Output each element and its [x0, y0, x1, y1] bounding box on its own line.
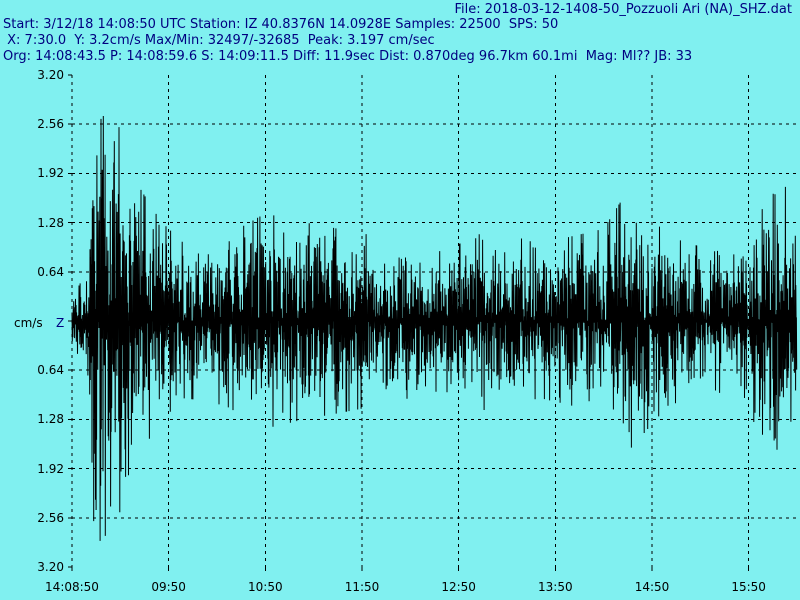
y-tick-label: 3.20 — [37, 68, 64, 82]
p-arrival-label: P — [86, 335, 94, 351]
x-tick-label: 12:50 — [441, 580, 476, 594]
y-tick-label: 2.56 — [37, 510, 64, 525]
y-tick-label: 0.64 — [37, 363, 64, 378]
y-tick-label: 1.28 — [37, 412, 64, 427]
y-tick-label: 0.64 — [37, 264, 64, 279]
y-tick-label: 1.92 — [37, 166, 64, 181]
y-tick-label: 2.56 — [37, 117, 64, 132]
x-tick-label: 14:08:50 — [45, 580, 99, 594]
x-tick-label: 10:50 — [248, 580, 283, 594]
y-tick-label: 3.20 — [37, 560, 64, 574]
y-tick-label: 1.28 — [37, 215, 64, 230]
seismogram-plot: P — [68, 74, 798, 571]
seismic-trace — [71, 115, 798, 541]
seismogram-screen: File: 2018-03-12-1408-50_Pozzuoli Ari (N… — [0, 0, 800, 600]
x-tick-label: 09:50 — [151, 580, 186, 594]
y-tick-label: 1.92 — [37, 461, 64, 476]
x-tick-label: 13:50 — [538, 580, 573, 594]
x-tick-label: 11:50 — [344, 580, 380, 594]
component-label: Z — [56, 316, 65, 330]
units-label: cm/s — [14, 316, 43, 330]
x-tick-label: 15:50 — [731, 580, 766, 594]
x-tick-label: 14:50 — [634, 580, 670, 594]
